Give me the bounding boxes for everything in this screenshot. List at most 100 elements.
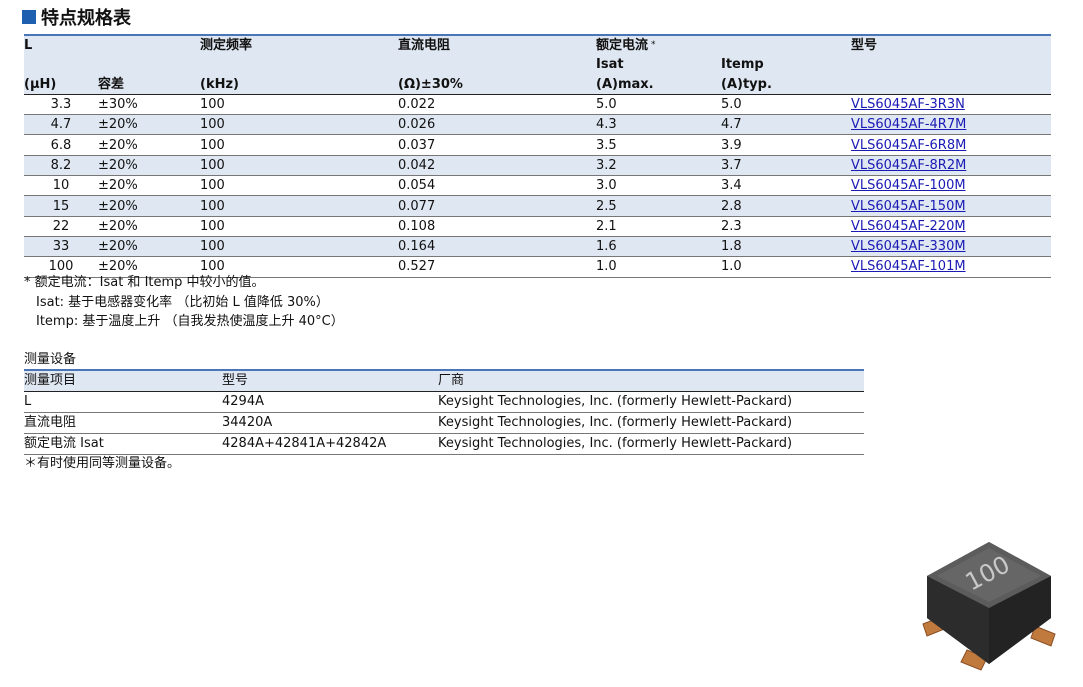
model-link[interactable]: VLS6045AF-6R8M (851, 138, 966, 153)
header-l-unit: (μH) (24, 76, 57, 92)
cell-tolerance: ±20% (98, 117, 138, 133)
cell-dcr: 0.527 (398, 259, 436, 275)
cell-freq: 100 (200, 218, 225, 234)
model-link[interactable]: VLS6045AF-8R2M (851, 158, 966, 173)
table-row: 直流电阻 34420A Keysight Technologies, Inc. … (24, 413, 864, 434)
measurement-table: 测量项目 型号 厂商 L 4294A Keysight Technologies… (24, 369, 864, 455)
note-rated-current: * 额定电流：Isat 和 Itemp 中较小的值。 (24, 275, 265, 290)
cell-model: 4294A (222, 394, 264, 409)
cell-dcr: 0.108 (398, 218, 436, 234)
cell-itemp: 3.7 (721, 157, 742, 173)
spec-table: L 测定频率 直流电阻 额定电流 * 型号 Isat Itemp (μH) 容差 … (24, 34, 1051, 278)
page-title: 特点规格表 (41, 8, 131, 29)
header-dcr: 直流电阻 (398, 38, 451, 53)
cell-item: L (24, 394, 32, 409)
cell-itemp: 5.0 (721, 97, 742, 113)
table-row: 8.2 ±20% 100 0.042 3.2 3.7 VLS6045AF-8R2… (24, 155, 1051, 176)
cell-itemp: 1.8 (721, 239, 742, 255)
header-isat-unit: (A)max. (596, 76, 654, 92)
cell-maker: Keysight Technologies, Inc. (formerly He… (438, 436, 793, 451)
model-link[interactable]: VLS6045AF-220M (851, 219, 966, 234)
cell-itemp: 3.4 (721, 178, 742, 194)
spec-header-row: Isat Itemp (24, 55, 1051, 75)
cell-l: 6.8 (50, 137, 72, 153)
model-link[interactable]: VLS6045AF-100M (851, 178, 966, 193)
header-isat: Isat (596, 57, 624, 73)
header-model: 型号 (222, 373, 249, 388)
cell-isat: 1.0 (596, 259, 617, 275)
model-link[interactable]: VLS6045AF-3R3N (851, 97, 965, 112)
spec-header-row: L 测定频率 直流电阻 额定电流 * 型号 (24, 35, 1051, 56)
title-square-icon (22, 10, 36, 24)
header-itemp: Itemp (721, 57, 764, 73)
cell-tolerance: ±20% (98, 239, 138, 255)
cell-freq: 100 (200, 239, 225, 255)
cell-tolerance: ±20% (98, 137, 138, 153)
page-title-bar: 特点规格表 (22, 5, 131, 29)
cell-isat: 2.1 (596, 218, 617, 234)
cell-l: 3.3 (50, 97, 72, 113)
table-row: 22 ±20% 100 0.108 2.1 2.3 VLS6045AF-220M (24, 216, 1051, 237)
cell-freq: 100 (200, 157, 225, 173)
cell-dcr: 0.042 (398, 157, 436, 173)
table-row: 15 ±20% 100 0.077 2.5 2.8 VLS6045AF-150M (24, 195, 1051, 217)
note-itemp: Itemp: 基于温度上升 （自我发热使温度上升 40°C） (36, 314, 344, 329)
cell-freq: 100 (200, 198, 225, 214)
cell-isat: 5.0 (596, 97, 617, 113)
model-link[interactable]: VLS6045AF-150M (851, 199, 966, 214)
note-isat: Isat: 基于电感器变化率 （比初始 L 值降低 30%） (36, 294, 329, 310)
model-link[interactable]: VLS6045AF-4R7M (851, 117, 966, 132)
cell-dcr: 0.026 (398, 117, 436, 133)
header-item: 测量项目 (24, 373, 77, 388)
cell-l: 15 (52, 198, 70, 214)
table-row: 4.7 ±20% 100 0.026 4.3 4.7 VLS6045AF-4R7… (24, 114, 1051, 135)
cell-isat: 3.5 (596, 137, 617, 153)
cell-l: 22 (52, 218, 70, 234)
header-maker: 厂商 (438, 373, 465, 388)
table-row: 33 ±20% 100 0.164 1.6 1.8 VLS6045AF-330M (24, 236, 1051, 257)
measurement-header-row: 测量项目 型号 厂商 (24, 370, 864, 392)
cell-itemp: 2.3 (721, 218, 742, 234)
header-rated: 额定电流 * (596, 38, 656, 53)
cell-model: 4284A+42841A+42842A (222, 436, 387, 451)
cell-itemp: 3.9 (721, 137, 742, 153)
cell-l: 10 (52, 178, 70, 194)
cell-tolerance: ±30% (98, 97, 138, 113)
cell-isat: 4.3 (596, 117, 617, 133)
cell-itemp: 4.7 (721, 117, 742, 133)
cell-isat: 2.5 (596, 198, 617, 214)
header-itemp-unit: (A)typ. (721, 76, 772, 92)
table-row: 10 ±20% 100 0.054 3.0 3.4 VLS6045AF-100M (24, 176, 1051, 196)
header-l: L (24, 38, 33, 53)
cell-maker: Keysight Technologies, Inc. (formerly He… (438, 415, 793, 430)
header-freq: 测定频率 (200, 38, 253, 53)
table-row: 3.3 ±30% 100 0.022 5.0 5.0 VLS6045AF-3R3… (24, 94, 1051, 115)
cell-maker: Keysight Technologies, Inc. (formerly He… (438, 394, 793, 409)
cell-isat: 3.0 (596, 178, 617, 194)
cell-l: 4.7 (50, 117, 72, 133)
header-freq-unit: (kHz) (200, 76, 239, 92)
spec-header-row: (μH) 容差 (kHz) (Ω)±30% (A)max. (A)typ. (24, 74, 1051, 95)
cell-dcr: 0.037 (398, 137, 436, 153)
cell-tolerance: ±20% (98, 178, 138, 194)
cell-tolerance: ±20% (98, 218, 138, 234)
cell-l: 8.2 (50, 157, 72, 173)
cell-item: 直流电阻 (24, 415, 77, 430)
cell-freq: 100 (200, 97, 225, 113)
header-dcr-unit: (Ω)±30% (398, 76, 463, 92)
cell-dcr: 0.077 (398, 198, 436, 214)
model-link[interactable]: VLS6045AF-330M (851, 239, 966, 254)
cell-itemp: 1.0 (721, 259, 742, 275)
header-tolerance: 容差 (98, 76, 125, 92)
cell-tolerance: ±20% (98, 157, 138, 173)
cell-dcr: 0.022 (398, 97, 436, 113)
measurement-title: 测量设备 (24, 352, 77, 367)
cell-freq: 100 (200, 117, 225, 133)
table-row: L 4294A Keysight Technologies, Inc. (for… (24, 392, 864, 413)
model-link[interactable]: VLS6045AF-101M (851, 259, 966, 274)
cell-tolerance: ±20% (98, 198, 138, 214)
cell-isat: 3.2 (596, 157, 617, 173)
cell-itemp: 2.8 (721, 198, 742, 214)
cell-model: 34420A (222, 415, 273, 430)
header-model: 型号 (851, 38, 878, 53)
